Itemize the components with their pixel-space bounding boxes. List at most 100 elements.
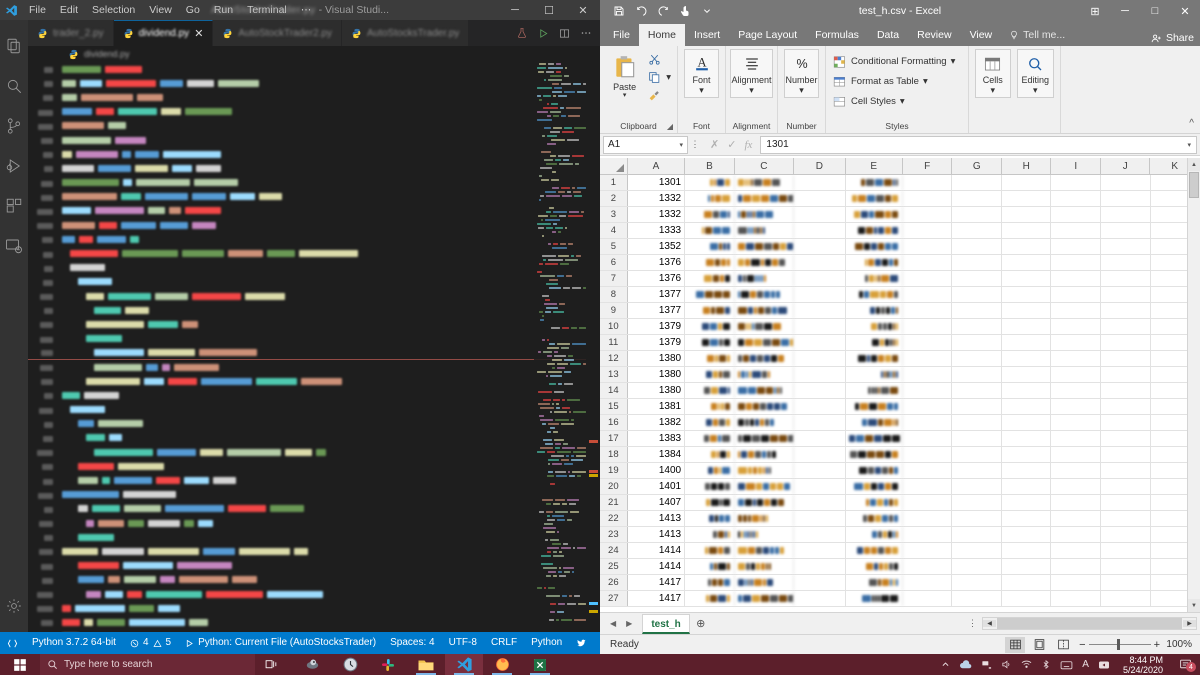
notification-center-icon[interactable]: 4: [1176, 658, 1196, 672]
minimap[interactable]: [534, 62, 587, 632]
clock-app-icon[interactable]: [331, 654, 369, 675]
cell-d5[interactable]: [794, 239, 846, 254]
cell-j23[interactable]: [1101, 527, 1151, 542]
spreadsheet-grid[interactable]: ABCDEFGHIJK 1 1301 2 1332 3 1332 4 1333 5 1352 6 13…: [600, 158, 1200, 612]
save-icon[interactable]: [608, 1, 630, 21]
code-line[interactable]: [28, 544, 600, 558]
cell-b26[interactable]: [685, 575, 735, 590]
cell-f13[interactable]: [903, 367, 953, 382]
code-line[interactable]: [28, 119, 600, 133]
code-line[interactable]: [28, 459, 600, 473]
table-row[interactable]: 18 1384: [600, 447, 1200, 463]
cell-j8[interactable]: [1101, 287, 1151, 302]
previous-sheet-arrow[interactable]: ◀: [610, 619, 616, 628]
cell-j13[interactable]: [1101, 367, 1151, 382]
share-button[interactable]: Share: [1151, 32, 1194, 44]
cell-g18[interactable]: [952, 447, 1002, 462]
chevron-down-icon[interactable]: ▾: [923, 76, 928, 87]
cell-b3[interactable]: [685, 207, 735, 222]
code-line[interactable]: [28, 133, 600, 147]
alignment-button[interactable]: Alignment ▾: [730, 49, 773, 98]
row-header-25[interactable]: 25: [600, 559, 628, 574]
code-line[interactable]: [28, 147, 600, 161]
cell-j27[interactable]: [1101, 591, 1151, 606]
cell-e17[interactable]: [846, 431, 903, 446]
enter-check-icon[interactable]: ✓: [727, 138, 736, 151]
code-line[interactable]: [28, 388, 600, 402]
cell-a3[interactable]: 1332: [628, 207, 686, 222]
format-as-table-button[interactable]: Format as Table ▾: [832, 74, 928, 89]
cell-j21[interactable]: [1101, 495, 1151, 510]
cell-f14[interactable]: [903, 383, 953, 398]
remote-explorer-icon[interactable]: [0, 226, 28, 266]
cell-d15[interactable]: [794, 399, 846, 414]
name-box[interactable]: A1 ▾: [603, 135, 688, 154]
minimize-button[interactable]: ─: [1110, 0, 1140, 22]
cell-c8[interactable]: [735, 287, 795, 302]
cell-b16[interactable]: [685, 415, 735, 430]
cell-b17[interactable]: [685, 431, 735, 446]
cell-g2[interactable]: [952, 191, 1002, 206]
cell-g26[interactable]: [952, 575, 1002, 590]
menu-go[interactable]: Go: [179, 0, 207, 20]
cell-c23[interactable]: [735, 527, 795, 542]
format-painter-button[interactable]: [647, 88, 671, 103]
cell-h16[interactable]: [1002, 415, 1052, 430]
cell-d10[interactable]: [794, 319, 846, 334]
table-row[interactable]: 2 1332: [600, 191, 1200, 207]
table-row[interactable]: 9 1377: [600, 303, 1200, 319]
cell-d2[interactable]: [794, 191, 846, 206]
cell-a10[interactable]: 1379: [628, 319, 686, 334]
cell-h6[interactable]: [1002, 255, 1052, 270]
redo-icon[interactable]: [652, 1, 674, 21]
table-row[interactable]: 14 1380: [600, 383, 1200, 399]
cell-d6[interactable]: [794, 255, 846, 270]
code-line[interactable]: [28, 502, 600, 516]
code-line[interactable]: [28, 332, 600, 346]
undo-icon[interactable]: [630, 1, 652, 21]
cell-h11[interactable]: [1002, 335, 1052, 350]
row-header-4[interactable]: 4: [600, 223, 628, 238]
cell-j2[interactable]: [1101, 191, 1151, 206]
cell-d9[interactable]: [794, 303, 846, 318]
font-button[interactable]: A Font ▾: [684, 49, 719, 98]
cell-d19[interactable]: [794, 463, 846, 478]
row-header-7[interactable]: 7: [600, 271, 628, 286]
column-header-j[interactable]: J: [1100, 158, 1151, 174]
cell-h15[interactable]: [1002, 399, 1052, 414]
cell-j20[interactable]: [1101, 479, 1151, 494]
table-row[interactable]: 12 1380: [600, 351, 1200, 367]
cell-g12[interactable]: [952, 351, 1002, 366]
wifi-icon[interactable]: [1021, 659, 1032, 670]
code-line[interactable]: [28, 587, 600, 601]
code-line[interactable]: [28, 346, 600, 360]
cell-d24[interactable]: [794, 543, 846, 558]
cell-a5[interactable]: 1352: [628, 239, 686, 254]
show-hidden-icons-chevron[interactable]: [941, 660, 950, 669]
cell-d14[interactable]: [794, 383, 846, 398]
cell-i15[interactable]: [1051, 399, 1101, 414]
code-line[interactable]: [28, 261, 600, 275]
cell-e16[interactable]: [846, 415, 903, 430]
cell-f20[interactable]: [903, 479, 953, 494]
code-line[interactable]: [28, 105, 600, 119]
table-row[interactable]: 11 1379: [600, 335, 1200, 351]
name-box-resize-handle[interactable]: ⋮: [688, 139, 702, 150]
cell-j11[interactable]: [1101, 335, 1151, 350]
cell-i4[interactable]: [1051, 223, 1101, 238]
cell-a4[interactable]: 1333: [628, 223, 686, 238]
code-line[interactable]: [28, 90, 600, 104]
ribbon-tab-page-layout[interactable]: Page Layout: [729, 24, 806, 46]
cell-c3[interactable]: [735, 207, 795, 222]
cell-a1[interactable]: 1301: [628, 175, 686, 190]
cell-e11[interactable]: [846, 335, 903, 350]
slack-icon[interactable]: [369, 654, 407, 675]
cortana-icon[interactable]: [293, 654, 331, 675]
cell-d4[interactable]: [794, 223, 846, 238]
cell-d21[interactable]: [794, 495, 846, 510]
row-header-8[interactable]: 8: [600, 287, 628, 302]
code-line[interactable]: [28, 161, 600, 175]
cell-c5[interactable]: [735, 239, 795, 254]
cell-e19[interactable]: [846, 463, 903, 478]
cell-d8[interactable]: [794, 287, 846, 302]
